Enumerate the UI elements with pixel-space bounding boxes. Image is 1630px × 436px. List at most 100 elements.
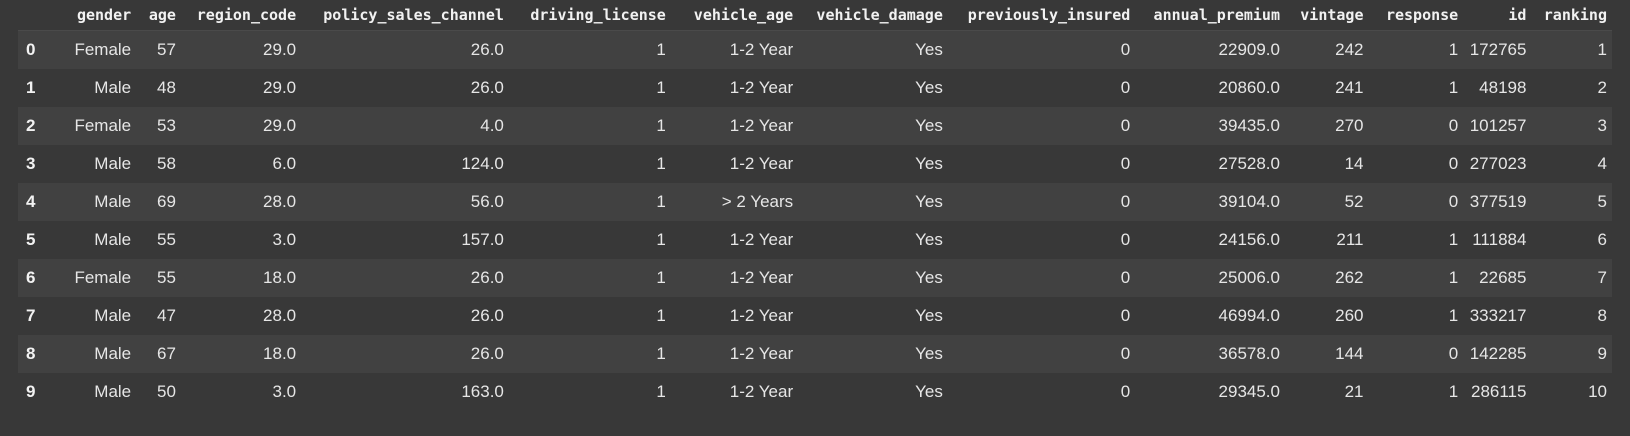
table-cell: 1-2 Year bbox=[729, 230, 794, 249]
column-header: age bbox=[136, 0, 181, 31]
column-header: ranking bbox=[1531, 0, 1612, 31]
row-index: 0 bbox=[26, 40, 36, 59]
table-cell: 9 bbox=[1597, 344, 1607, 363]
table-cell: 28.0 bbox=[263, 306, 297, 325]
column-header: vehicle_age bbox=[670, 0, 799, 31]
table-cell: Yes bbox=[915, 344, 943, 363]
table-cell: 25006.0 bbox=[1218, 268, 1280, 287]
table-cell: 36578.0 bbox=[1218, 344, 1280, 363]
table-cell: 0 bbox=[1120, 306, 1131, 325]
index-header bbox=[18, 0, 47, 31]
table-cell: 0 bbox=[1120, 382, 1131, 401]
column-header: annual_premium bbox=[1135, 0, 1285, 31]
table-cell: 333217 bbox=[1469, 306, 1527, 325]
table-cell: 1 bbox=[1448, 40, 1459, 59]
table-row: 5 Male 55 3.0 157.0 1 1-2 Year Yes 0 24156.0 211 1 1… bbox=[18, 221, 1612, 259]
table-cell: Male bbox=[94, 154, 132, 173]
table-row: 9 Male 50 3.0 163.0 1 1-2 Year Yes 0 29345.0 21 1 28… bbox=[18, 373, 1612, 411]
row-index: 7 bbox=[26, 306, 36, 325]
table-cell: 0 bbox=[1120, 78, 1131, 97]
table-cell: 6 bbox=[1597, 230, 1607, 249]
table-cell: 8 bbox=[1597, 306, 1607, 325]
table-cell: 5 bbox=[1597, 192, 1607, 211]
table-cell: 6.0 bbox=[272, 154, 297, 173]
table-cell: 1 bbox=[656, 40, 666, 59]
table-cell: Yes bbox=[915, 230, 943, 249]
table-cell: 18.0 bbox=[263, 344, 297, 363]
dataframe-table: gender age region_code policy_sales_chan… bbox=[18, 0, 1612, 411]
table-cell: 46994.0 bbox=[1218, 306, 1280, 325]
table-cell: 29345.0 bbox=[1218, 382, 1280, 401]
table-cell: 262 bbox=[1335, 268, 1364, 287]
table-row: 2 Female 53 29.0 4.0 1 1-2 Year Yes 0 39435.0 270 0… bbox=[18, 107, 1612, 145]
table-cell: 47 bbox=[157, 306, 176, 325]
table-cell: 0 bbox=[1448, 344, 1459, 363]
table-cell: Yes bbox=[915, 40, 943, 59]
row-index: 5 bbox=[26, 230, 36, 249]
table-body: 0 Female 57 29.0 26.0 1 1-2 Year Yes 0 22909.0 242… bbox=[18, 30, 1612, 411]
table-cell: Yes bbox=[915, 116, 943, 135]
table-cell: 1 bbox=[656, 154, 666, 173]
table-cell: 1 bbox=[656, 230, 666, 249]
row-index: 9 bbox=[26, 382, 36, 401]
table-cell: 1 bbox=[656, 78, 666, 97]
table-row: 8 Male 67 18.0 26.0 1 1-2 Year Yes 0 36578.0 144 0 1… bbox=[18, 335, 1612, 373]
table-cell: 3.0 bbox=[272, 382, 297, 401]
table-cell: 29.0 bbox=[263, 116, 297, 135]
table-cell: 1 bbox=[656, 268, 666, 287]
table-cell: 48198 bbox=[1479, 78, 1527, 97]
table-cell: 1 bbox=[656, 306, 666, 325]
table-cell: 26.0 bbox=[470, 40, 504, 59]
table-cell: 1 bbox=[656, 192, 666, 211]
table-cell: 1-2 Year bbox=[729, 306, 794, 325]
table-cell: 53 bbox=[157, 116, 176, 135]
table-cell: 277023 bbox=[1469, 154, 1527, 173]
table-cell: 142285 bbox=[1469, 344, 1527, 363]
table-cell: 1 bbox=[1448, 230, 1459, 249]
table-cell: 1 bbox=[656, 116, 666, 135]
table-cell: 7 bbox=[1597, 268, 1607, 287]
table-cell: 0 bbox=[1120, 268, 1131, 287]
table-cell: 0 bbox=[1120, 192, 1131, 211]
table-cell: 0 bbox=[1448, 116, 1459, 135]
table-cell: 0 bbox=[1448, 192, 1459, 211]
table-cell: Male bbox=[94, 230, 132, 249]
table-cell: 3.0 bbox=[272, 230, 297, 249]
table-cell: 211 bbox=[1336, 230, 1364, 249]
table-cell: Yes bbox=[915, 192, 943, 211]
table-cell: 0 bbox=[1448, 154, 1459, 173]
table-cell: Yes bbox=[915, 78, 943, 97]
column-header: vehicle_damage bbox=[798, 0, 948, 31]
table-cell: 4 bbox=[1597, 154, 1607, 173]
table-cell: 157.0 bbox=[461, 230, 504, 249]
header-row: gender age region_code policy_sales_chan… bbox=[18, 0, 1612, 31]
table-cell: 1 bbox=[1448, 78, 1459, 97]
table-row: 7 Male 47 28.0 26.0 1 1-2 Year Yes 0 46994.0 260 1 3… bbox=[18, 297, 1612, 335]
table-cell: 1 bbox=[656, 382, 666, 401]
table-cell: Yes bbox=[915, 268, 943, 287]
row-index: 8 bbox=[26, 344, 36, 363]
table-cell: 67 bbox=[157, 344, 176, 363]
table-cell: 4.0 bbox=[480, 116, 504, 135]
column-header: region_code bbox=[180, 0, 302, 31]
table-cell: 0 bbox=[1120, 344, 1131, 363]
table-cell: > 2 Years bbox=[721, 192, 794, 211]
table-cell: Yes bbox=[915, 382, 943, 401]
table-cell: 39104.0 bbox=[1218, 192, 1280, 211]
table-cell: 124.0 bbox=[461, 154, 504, 173]
table-cell: 101257 bbox=[1469, 116, 1527, 135]
table-cell: 0 bbox=[1120, 116, 1131, 135]
table-cell: Male bbox=[94, 344, 132, 363]
table-cell: 1-2 Year bbox=[729, 78, 794, 97]
table-cell: 26.0 bbox=[470, 306, 504, 325]
table-cell: 57 bbox=[157, 40, 176, 59]
column-header: previously_insured bbox=[947, 0, 1136, 31]
row-index: 4 bbox=[26, 192, 36, 211]
table-cell: 0 bbox=[1120, 230, 1131, 249]
table-cell: 1-2 Year bbox=[729, 40, 794, 59]
table-cell: Female bbox=[74, 268, 132, 287]
table-row: 1 Male 48 29.0 26.0 1 1-2 Year Yes 0 20860.0 241 1 4… bbox=[18, 69, 1612, 107]
table-cell: 2 bbox=[1597, 78, 1607, 97]
table-cell: 1 bbox=[1448, 306, 1459, 325]
column-header: driving_license bbox=[508, 0, 671, 31]
